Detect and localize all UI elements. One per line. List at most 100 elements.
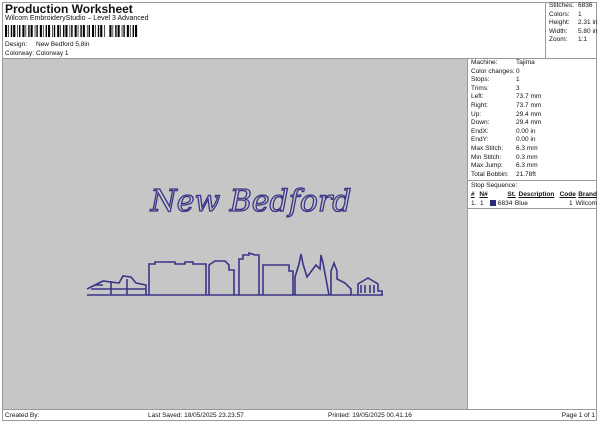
detail-row: Total Bobbin: 21.78ft	[468, 171, 597, 180]
detail-label: Machine:	[471, 59, 498, 66]
detail-value: 6.3 mm	[516, 162, 538, 170]
stats-box: Stitches: 6836 Colors: 1 Height: 2.31 in Wi…	[545, 2, 598, 58]
col-st: St.	[507, 191, 516, 199]
barcode-bar	[132, 25, 134, 37]
barcode-bar	[121, 25, 123, 37]
colorway-value: Colorway 1	[36, 50, 69, 57]
barcode-bar	[117, 25, 120, 37]
barcode-bar	[126, 25, 129, 37]
stat-label: Stitches:	[549, 2, 574, 9]
footer: Created By: Last Saved: 18/05/2025 23.23…	[3, 409, 597, 422]
detail-label: Max Stitch:	[471, 144, 504, 152]
row-num: 1.	[471, 200, 477, 208]
detail-value: Tajima	[516, 59, 535, 66]
stat-value: 1	[578, 10, 582, 18]
detail-label: Min Stitch:	[471, 153, 502, 161]
detail-label: Right:	[471, 101, 488, 109]
barcode-bar	[88, 25, 90, 37]
printed-date: Printed: 19/05/2025 00.41.16	[328, 412, 412, 419]
detail-row: Max Stitch: 6.3 mm	[468, 145, 597, 154]
stat-label: Zoom:	[549, 36, 568, 43]
row-code: 1	[569, 200, 573, 208]
row-n: 1	[479, 200, 484, 208]
barcode-bar	[65, 25, 68, 37]
barcode-bar	[123, 25, 125, 37]
barcode-bar	[25, 25, 27, 37]
row-brand: Wilcom	[575, 200, 597, 208]
barcode-bar	[77, 25, 79, 37]
design-value: New Bedford 5,8in	[36, 41, 90, 48]
detail-value: 0.00 in	[516, 136, 536, 144]
design-label: Design:	[5, 41, 28, 48]
worksheet-page: Production Worksheet Wilcom EmbroiderySt…	[0, 0, 600, 424]
detail-label: Stops:	[471, 76, 490, 84]
detail-label: EndY:	[471, 136, 489, 144]
colorway-label: Colorway:	[5, 50, 34, 57]
barcode-bar	[97, 25, 100, 37]
barcode-bar	[60, 25, 61, 37]
barcode-bar	[100, 25, 103, 37]
barcode-bar	[129, 25, 131, 37]
last-saved: Last Saved: 18/05/2025 23.23.57	[148, 412, 244, 419]
detail-label: Left:	[471, 93, 484, 101]
barcode-bar	[95, 25, 96, 37]
barcode-bar	[112, 25, 114, 37]
barcode-bar	[63, 25, 65, 37]
col-code: Code	[559, 191, 576, 199]
detail-row: EndX: 0.00 in	[468, 128, 597, 137]
detail-value: 29.4 mm	[516, 110, 542, 118]
detail-value: 1	[516, 76, 520, 84]
stop-sequence-row: 1. 1 6834 Blue 1 Wilcom	[468, 199, 597, 210]
detail-row: Stops: 1	[468, 76, 597, 85]
stop-sequence-header: # N# St. Description Code Brand	[468, 190, 597, 199]
stat-height: Height: 2.31 in	[546, 19, 598, 28]
detail-label: Up:	[471, 110, 482, 118]
detail-row: Max Jump: 6.3 mm	[468, 162, 597, 171]
stat-colors: Colors: 1	[546, 11, 598, 20]
detail-value: 0.00 in	[516, 127, 536, 135]
col-n: N#	[479, 191, 488, 199]
detail-label: Color changes:	[471, 67, 515, 75]
barcode-bar	[19, 25, 21, 37]
stat-zoom: Zoom: 1:1	[546, 36, 598, 45]
col-description: Description	[518, 191, 555, 199]
stat-value: 1:1	[578, 36, 588, 43]
detail-label: Trims:	[471, 84, 489, 92]
detail-row: Trims: 3	[468, 85, 597, 94]
barcode-bar	[13, 25, 16, 37]
details-list: Machine: Tajima Color changes: 0 Stops: 1 Trim…	[468, 59, 597, 179]
detail-value: 21.78ft	[516, 170, 536, 178]
barcode-bar	[22, 25, 25, 37]
detail-row: Up: 29.4 mm	[468, 111, 597, 120]
barcode-bar	[115, 25, 117, 37]
details-panel: Machine: Tajima Color changes: 0 Stops: 1 Trim…	[467, 58, 597, 409]
detail-value: 29.4 mm	[516, 119, 542, 127]
barcode	[5, 25, 138, 37]
stat-value: 5.80 in	[578, 27, 598, 35]
detail-value: 73.7 mm	[516, 101, 542, 109]
barcode-bar	[71, 25, 73, 37]
design-artwork: New Bedford	[86, 183, 383, 296]
detail-row: Min Stitch: 0.3 mm	[468, 154, 597, 163]
barcode-bar	[34, 25, 36, 37]
barcode-bar	[52, 25, 53, 37]
barcode-bar	[17, 25, 18, 37]
detail-label: Down:	[471, 119, 490, 127]
barcode-bar	[42, 25, 44, 37]
barcode-bar	[36, 25, 38, 37]
detail-value: 0	[516, 67, 520, 75]
row-description: Blue	[514, 200, 528, 208]
skyline-artwork	[86, 251, 383, 296]
col-brand: Brand	[578, 191, 597, 199]
barcode-bar	[48, 25, 51, 37]
stat-value: 6836	[578, 2, 593, 9]
detail-value: 3	[516, 84, 520, 92]
barcode-bar	[30, 25, 33, 37]
created-by: Created By:	[5, 412, 40, 419]
barcode-bar	[82, 25, 85, 37]
stat-label: Width:	[549, 27, 568, 35]
barcode-bar	[8, 25, 9, 37]
stat-width: Width: 5.80 in	[546, 28, 598, 37]
detail-label: Total Bobbin:	[471, 170, 509, 178]
detail-label: Max Jump:	[471, 162, 503, 170]
